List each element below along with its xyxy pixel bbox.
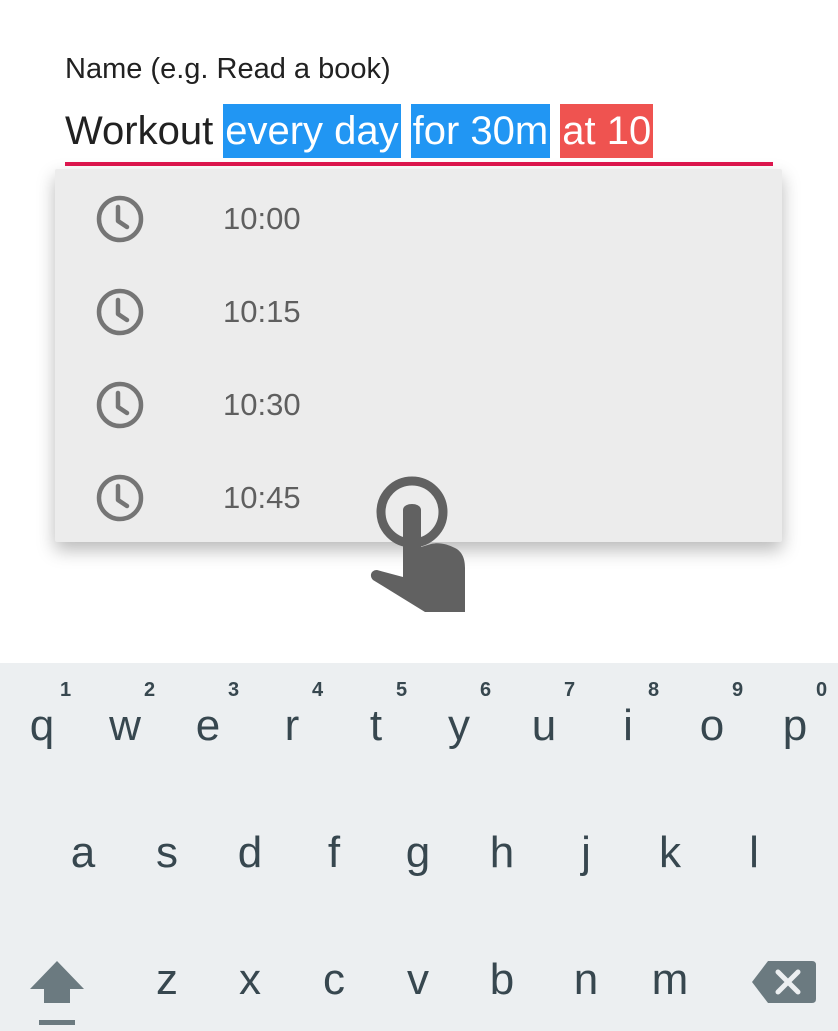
- suggestion-time: 10:45: [223, 479, 301, 515]
- key-p[interactable]: p: [773, 701, 817, 751]
- key-v[interactable]: v: [396, 955, 440, 1005]
- name-input[interactable]: Workout every day for 30m at 10: [65, 102, 654, 160]
- key-hint: 9: [732, 679, 744, 701]
- key-i[interactable]: i: [606, 701, 650, 751]
- key-q[interactable]: q: [20, 701, 64, 751]
- time-chip: at 10: [560, 104, 654, 158]
- suggestion-time: 10:15: [223, 293, 301, 329]
- key-g[interactable]: g: [396, 828, 440, 878]
- name-field-label: Name (e.g. Read a book): [65, 53, 391, 85]
- touch-hand-icon: [370, 476, 465, 612]
- key-u[interactable]: u: [522, 701, 566, 751]
- suggestion-item[interactable]: 10:30: [55, 358, 782, 451]
- key-w[interactable]: w: [103, 701, 147, 751]
- key-r[interactable]: r: [270, 701, 314, 751]
- key-hint: 0: [816, 679, 828, 701]
- key-t[interactable]: t: [354, 701, 398, 751]
- clock-icon: [96, 195, 144, 243]
- clock-icon: [96, 288, 144, 336]
- key-b[interactable]: b: [480, 955, 524, 1005]
- key-a[interactable]: a: [61, 828, 105, 878]
- key-s[interactable]: s: [145, 828, 189, 878]
- key-j[interactable]: j: [564, 828, 608, 878]
- key-n[interactable]: n: [564, 955, 608, 1005]
- key-f[interactable]: f: [312, 828, 356, 878]
- key-l[interactable]: l: [732, 828, 776, 878]
- key-hint: 7: [564, 679, 576, 701]
- key-k[interactable]: k: [648, 828, 692, 878]
- key-hint: 2: [144, 679, 156, 701]
- key-hint: 8: [648, 679, 660, 701]
- key-hint: 1: [60, 679, 72, 701]
- key-hint: 5: [396, 679, 408, 701]
- suggestion-item[interactable]: 10:15: [55, 265, 782, 358]
- key-c[interactable]: c: [312, 955, 356, 1005]
- shift-icon[interactable]: [26, 959, 88, 1029]
- key-h[interactable]: h: [480, 828, 524, 878]
- key-e[interactable]: e: [186, 701, 230, 751]
- soft-keyboard: 1 2 3 4 5 6 7 8 9 0 q w e r t y u i o p …: [0, 663, 838, 1031]
- suggestion-time: 10:30: [223, 386, 301, 422]
- input-underline: [65, 162, 773, 166]
- key-d[interactable]: d: [228, 828, 272, 878]
- key-y[interactable]: y: [437, 701, 481, 751]
- key-hint: 4: [312, 679, 324, 701]
- backspace-icon[interactable]: [752, 961, 816, 1003]
- key-hint: 6: [480, 679, 492, 701]
- key-o[interactable]: o: [690, 701, 734, 751]
- suggestion-item[interactable]: 10:00: [55, 172, 782, 265]
- key-z[interactable]: z: [145, 955, 189, 1005]
- suggestion-time: 10:00: [223, 200, 301, 236]
- name-text: Workout: [65, 108, 214, 153]
- key-hint: 3: [228, 679, 240, 701]
- frequency-chip: every day: [223, 104, 401, 158]
- clock-icon: [96, 381, 144, 429]
- key-m[interactable]: m: [648, 955, 692, 1005]
- key-x[interactable]: x: [228, 955, 272, 1005]
- duration-chip: for 30m: [410, 104, 551, 158]
- clock-icon: [96, 474, 144, 522]
